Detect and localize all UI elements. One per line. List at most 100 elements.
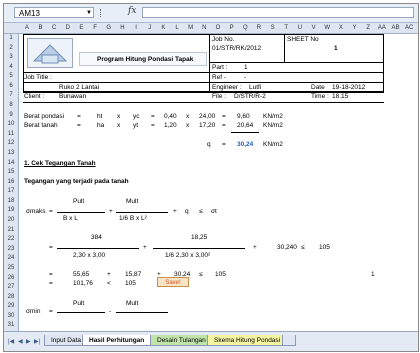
spreadsheet-window: AM13 ▼ fx A B C D E F G H I J K L M N O P Q R S T U V W X Y Z AA AB A… — [3, 3, 419, 352]
column-header[interactable]: V — [307, 23, 321, 33]
column-header[interactable]: E — [75, 23, 89, 33]
row-header[interactable]: 14 — [4, 160, 18, 166]
row-header[interactable]: 5 — [4, 73, 18, 79]
row-header[interactable]: 27 — [4, 284, 18, 290]
job-title-label: Job Title : — [24, 74, 52, 81]
formula-input[interactable] — [142, 7, 414, 18]
column-header[interactable]: B — [34, 23, 48, 33]
row-header[interactable]: 16 — [4, 179, 18, 185]
row-header[interactable]: 2 — [4, 45, 18, 51]
engineer-value: Lutfi — [249, 84, 262, 91]
job-no-value: 01/STR/RK/2012 — [212, 45, 262, 52]
tab-skema-hitung-pondasi[interactable]: Skema Hitung Pondasi — [207, 335, 288, 346]
column-header[interactable]: U — [293, 23, 307, 33]
logo-image — [27, 38, 73, 68]
column-header[interactable]: N — [198, 23, 212, 33]
row-header[interactable]: 31 — [4, 322, 18, 328]
column-header[interactable]: W — [320, 23, 334, 33]
row-header[interactable]: 13 — [4, 150, 18, 156]
file-value: D/STR/R-2 — [234, 93, 266, 100]
row-header-bar: 1 2 3 4 5 6 7 8 9 10 11 12 13 14 15 16 17 18 19 20 21 22 23 24 2… — [4, 34, 19, 331]
column-header[interactable]: I — [129, 23, 143, 33]
sigma-t-value: 105 — [319, 244, 330, 251]
symbol-yt: yt — [133, 122, 139, 129]
row-header[interactable]: 11 — [4, 131, 18, 137]
row-header[interactable]: 15 — [4, 169, 18, 175]
row-header[interactable]: 21 — [4, 227, 18, 233]
q-unit: KN/m2 — [263, 141, 283, 148]
row-header[interactable]: 10 — [4, 121, 18, 127]
row-header[interactable]: 1 — [4, 35, 18, 41]
row-header[interactable]: 4 — [4, 64, 18, 70]
row-header[interactable]: 28 — [4, 294, 18, 300]
sheet-grid[interactable]: Program Hitung Pondasi Tapak Job No. 01/… — [19, 34, 418, 331]
column-header[interactable]: A — [20, 23, 34, 33]
insert-function-button[interactable]: fx — [128, 6, 136, 16]
row-header[interactable]: 20 — [4, 217, 18, 223]
column-header[interactable]: D — [61, 23, 75, 33]
column-header[interactable]: H — [116, 23, 130, 33]
column-header[interactable]: X — [334, 23, 348, 33]
row-header[interactable]: 17 — [4, 188, 18, 194]
column-header[interactable]: AB — [389, 23, 403, 33]
tab-hasil-perhitungan[interactable]: Hasil Perhitungan — [82, 335, 152, 346]
column-header[interactable]: Q — [238, 23, 252, 33]
file-label: File : — [212, 93, 227, 100]
insert-sheet-icon[interactable] — [282, 335, 296, 346]
column-header[interactable]: O — [211, 23, 225, 33]
row-header[interactable]: 26 — [4, 275, 18, 281]
name-box[interactable]: AM13 ▼ — [14, 7, 94, 18]
column-header[interactable]: AA — [375, 23, 389, 33]
q-value: 30,24 — [237, 141, 254, 148]
column-header[interactable]: K — [157, 23, 171, 33]
chevron-down-icon[interactable]: ▼ — [86, 8, 92, 19]
column-header[interactable]: P — [225, 23, 239, 33]
last-sheet-icon[interactable]: ▶| — [34, 338, 40, 345]
column-header[interactable]: R — [252, 23, 266, 33]
client-label: Client : — [24, 93, 45, 100]
mult-label: Mult — [126, 198, 139, 205]
column-header[interactable]: M — [184, 23, 198, 33]
column-header[interactable]: Z — [361, 23, 375, 33]
tab-desain-tulangan[interactable]: Desain Tulangan — [150, 335, 213, 346]
row-header[interactable]: 22 — [4, 236, 18, 242]
resize-grip-icon[interactable] — [100, 9, 103, 17]
plus-sign: + — [173, 208, 177, 215]
prev-sheet-icon[interactable]: ◀ — [18, 338, 23, 345]
sheet-tab-bar: |◀ ◀ ▶ ▶| Input Data Hasil Perhitungan D… — [4, 331, 418, 351]
column-header[interactable]: C — [47, 23, 61, 33]
column-header[interactable]: AC — [402, 23, 416, 33]
row-header[interactable]: 6 — [4, 83, 18, 89]
unit-label: KN/m2 — [263, 122, 283, 129]
column-header[interactable]: S — [266, 23, 280, 33]
row-header[interactable]: 25 — [4, 265, 18, 271]
equals-sign: = — [77, 122, 81, 129]
equals-sign: = — [151, 122, 155, 129]
row-header[interactable]: 29 — [4, 303, 18, 309]
first-sheet-icon[interactable]: |◀ — [8, 338, 14, 345]
row-header[interactable]: 3 — [4, 54, 18, 60]
column-header[interactable]: T — [279, 23, 293, 33]
row-header[interactable]: 30 — [4, 313, 18, 319]
sigma-max-result: 101,76 — [73, 280, 93, 287]
row-header[interactable]: 7 — [4, 92, 18, 98]
engineer-label: Engineer : — [212, 84, 242, 91]
row-header[interactable]: 23 — [4, 246, 18, 252]
equals-sign: = — [222, 113, 226, 120]
formula-bar: AM13 ▼ fx — [4, 4, 418, 23]
le-sign: ≤ — [301, 244, 305, 251]
row-header[interactable]: 9 — [4, 112, 18, 118]
row-header[interactable]: 8 — [4, 102, 18, 108]
value-result: 20,64 — [237, 122, 254, 129]
fraction-line — [153, 248, 245, 249]
column-header[interactable]: L — [170, 23, 184, 33]
column-header[interactable]: F — [88, 23, 102, 33]
row-header[interactable]: 19 — [4, 207, 18, 213]
row-header[interactable]: 24 — [4, 255, 18, 261]
next-sheet-icon[interactable]: ▶ — [26, 338, 31, 345]
column-header[interactable]: G — [102, 23, 116, 33]
column-header[interactable]: Y — [348, 23, 362, 33]
column-header[interactable]: J — [143, 23, 157, 33]
row-header[interactable]: 18 — [4, 198, 18, 204]
row-header[interactable]: 12 — [4, 140, 18, 146]
